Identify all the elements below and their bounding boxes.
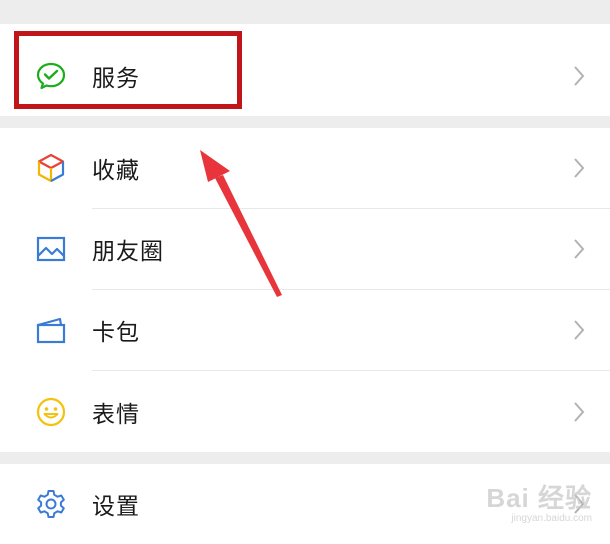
watermark-main: Bai 经验 — [486, 483, 592, 513]
annotation-arrow — [200, 150, 282, 297]
baidu-jingyan-watermark: Bai 经验 jingyan.baidu.com — [486, 478, 592, 524]
